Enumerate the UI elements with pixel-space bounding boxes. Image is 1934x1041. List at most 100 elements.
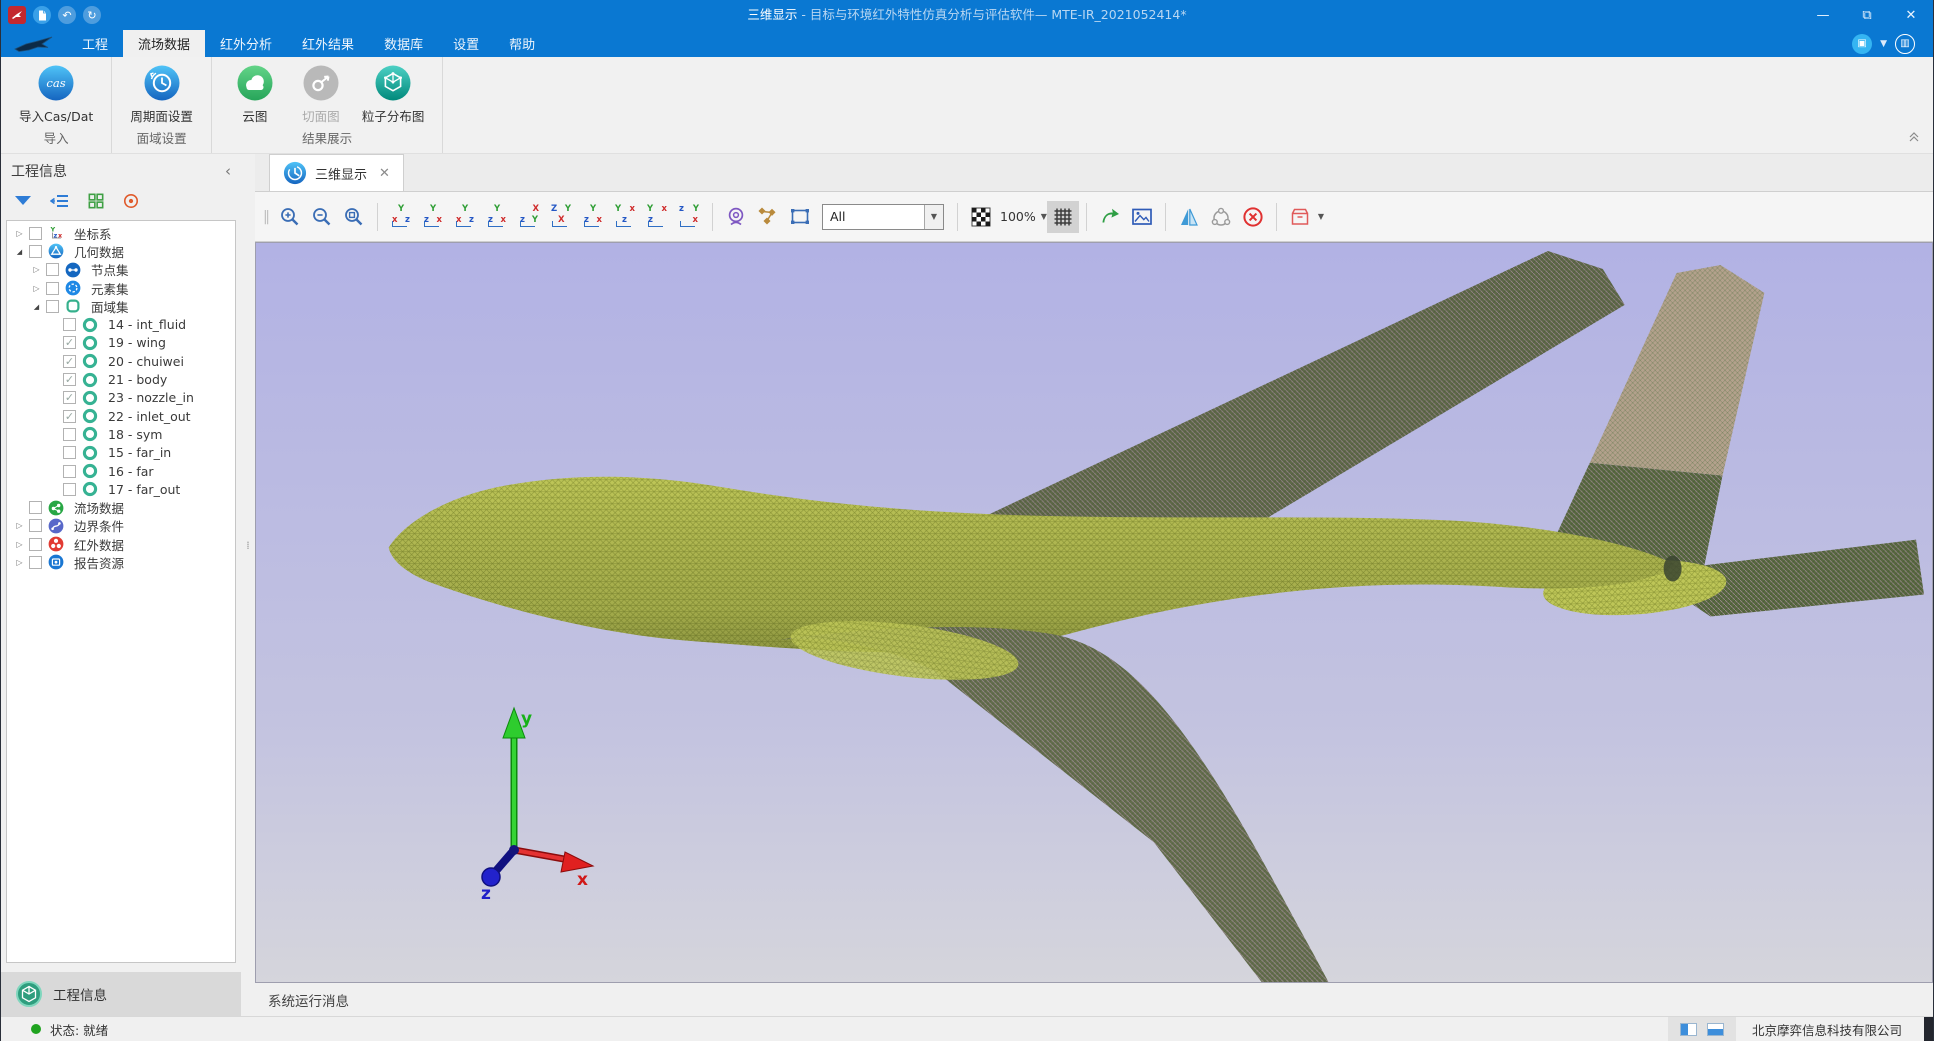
tree-item[interactable]: 20 - chuiwei — [7, 352, 235, 370]
tab-3d-view[interactable]: 三维显示 ✕ — [269, 154, 404, 191]
help-book-icon[interactable]: ▥ — [1895, 34, 1915, 54]
tree-item[interactable]: 流场数据 — [7, 498, 235, 516]
archive-box-button[interactable] — [1284, 201, 1316, 233]
tree-visibility-checkbox[interactable] — [63, 336, 76, 349]
ribbon-button-cas[interactable]: 导入Cas/Dat — [13, 64, 99, 126]
tree-item[interactable]: 红外数据 — [7, 535, 235, 553]
link-nodes-button[interactable] — [1205, 201, 1237, 233]
theme-icon[interactable]: ▣ — [1852, 34, 1872, 54]
tree-visibility-checkbox[interactable] — [29, 538, 42, 551]
menu-item[interactable]: 流场数据 — [123, 30, 205, 57]
tree-expander-icon[interactable] — [13, 521, 26, 530]
tree-item[interactable]: 18 - sym — [7, 425, 235, 443]
tree-visibility-checkbox[interactable] — [63, 483, 76, 496]
tree-item[interactable]: 14 - int_fluid — [7, 315, 235, 333]
node-display-button[interactable] — [752, 201, 784, 233]
tree-visibility-checkbox[interactable] — [63, 318, 76, 331]
tree-expander-icon[interactable] — [30, 265, 43, 274]
restore-button[interactable]: ⧉ — [1845, 0, 1889, 30]
mirror-button[interactable] — [1173, 201, 1205, 233]
tree-expander-icon[interactable] — [13, 540, 26, 549]
tree-item[interactable]: 23 - nozzle_in — [7, 389, 235, 407]
menu-item[interactable]: 工程 — [67, 30, 123, 57]
tree-visibility-checkbox[interactable] — [29, 556, 42, 569]
tree-visibility-checkbox[interactable] — [63, 465, 76, 478]
close-button[interactable]: ✕ — [1889, 0, 1933, 30]
tree-visibility-checkbox[interactable] — [63, 446, 76, 459]
view-orientation-button[interactable]: XzY — [516, 204, 542, 230]
filter-icon[interactable] — [13, 193, 33, 213]
box-select-button[interactable] — [784, 201, 816, 233]
tree-expander-icon[interactable] — [30, 284, 43, 293]
view-orientation-button[interactable]: Yxz — [388, 204, 414, 230]
tree-item[interactable]: 坐标系 — [7, 224, 235, 242]
tree-visibility-checkbox[interactable] — [46, 300, 59, 313]
view-orientation-button[interactable]: ZYX — [548, 204, 574, 230]
menu-item[interactable]: 红外结果 — [287, 30, 369, 57]
view-orientation-button[interactable]: zYx — [676, 204, 702, 230]
view-orientation-button[interactable]: Yzx — [484, 204, 510, 230]
view-orientation-button[interactable]: Yxz — [644, 204, 670, 230]
tree-item[interactable]: 面域集 — [7, 297, 235, 315]
zoom-percent-value[interactable]: 100% — [1000, 209, 1036, 224]
display-filter-combobox[interactable]: All ▼ — [822, 204, 944, 230]
tree-item[interactable]: 元素集 — [7, 279, 235, 297]
layout-bottom-panel-icon[interactable] — [1707, 1023, 1724, 1036]
tree-visibility-checkbox[interactable] — [29, 245, 42, 258]
tree-expander-icon[interactable] — [13, 229, 26, 238]
camera-view-button[interactable] — [720, 201, 752, 233]
tree-expander-icon[interactable] — [13, 247, 26, 256]
tree-visibility-checkbox[interactable] — [63, 373, 76, 386]
export-arrow-button[interactable] — [1094, 201, 1126, 233]
archive-dropdown-icon[interactable]: ▼ — [1318, 212, 1324, 221]
tree-visibility-checkbox[interactable] — [46, 263, 59, 276]
minimize-button[interactable]: — — [1801, 0, 1845, 30]
grid-view-icon[interactable] — [87, 193, 105, 213]
tree-visibility-checkbox[interactable] — [29, 227, 42, 240]
save-image-button[interactable] — [1126, 201, 1158, 233]
tree-item[interactable]: 21 - body — [7, 370, 235, 388]
tree-item[interactable]: 17 - far_out — [7, 480, 235, 498]
app-icon[interactable] — [8, 6, 26, 24]
menu-item[interactable]: 红外分析 — [205, 30, 287, 57]
tree-visibility-checkbox[interactable] — [29, 519, 42, 532]
toolbar-drag-handle[interactable]: ‖ — [263, 209, 270, 225]
tree-expander-icon[interactable] — [13, 558, 26, 567]
menu-item[interactable]: 帮助 — [494, 30, 550, 57]
ribbon-collapse-chevron-icon[interactable] — [1907, 128, 1921, 147]
tree-item[interactable]: 19 - wing — [7, 334, 235, 352]
list-outdent-icon[interactable] — [50, 193, 70, 213]
layout-left-panel-icon[interactable] — [1680, 1023, 1697, 1036]
menu-item[interactable]: 设置 — [438, 30, 494, 57]
panel-collapse-chevron-icon[interactable]: ‹ — [225, 162, 231, 180]
ribbon-button-cloud[interactable]: 云图 — [224, 64, 286, 126]
zoom-fit-button[interactable] — [338, 201, 370, 233]
tree-visibility-checkbox[interactable] — [29, 501, 42, 514]
chevron-down-icon[interactable]: ▼ — [1880, 39, 1887, 49]
view-orientation-button[interactable]: Yxz — [612, 204, 638, 230]
undo-button[interactable]: ↶ — [58, 6, 76, 24]
tree-item[interactable]: 22 - inlet_out — [7, 407, 235, 425]
new-document-button[interactable] — [33, 6, 51, 24]
ribbon-button-particle[interactable]: 粒子分布图 — [356, 64, 431, 126]
redo-button[interactable]: ↻ — [83, 6, 101, 24]
mesh-toggle-button[interactable] — [1047, 201, 1079, 233]
tree-item[interactable]: 几何数据 — [7, 242, 235, 260]
ribbon-button-slice[interactable]: 切面图 — [290, 64, 352, 126]
combobox-dropdown-icon[interactable]: ▼ — [924, 205, 943, 229]
panel-splitter[interactable]: ⁞ — [241, 154, 255, 1016]
target-icon[interactable] — [122, 193, 140, 213]
view-orientation-button[interactable]: Yzx — [580, 204, 606, 230]
view-orientation-button[interactable]: Yxz — [452, 204, 478, 230]
tree-item[interactable]: 报告资源 — [7, 553, 235, 571]
tree-item[interactable]: 16 - far — [7, 462, 235, 480]
menu-item[interactable]: 数据库 — [369, 30, 438, 57]
tree-visibility-checkbox[interactable] — [63, 355, 76, 368]
tree-visibility-checkbox[interactable] — [63, 428, 76, 441]
tree-item[interactable]: 节点集 — [7, 261, 235, 279]
tree-item[interactable]: 边界条件 — [7, 517, 235, 535]
ribbon-button-clock[interactable]: 周期面设置 — [124, 64, 199, 126]
zoom-out-button[interactable] — [306, 201, 338, 233]
project-panel-footer-button[interactable]: 工程信息 — [1, 972, 241, 1016]
view-orientation-button[interactable]: Yzx — [420, 204, 446, 230]
